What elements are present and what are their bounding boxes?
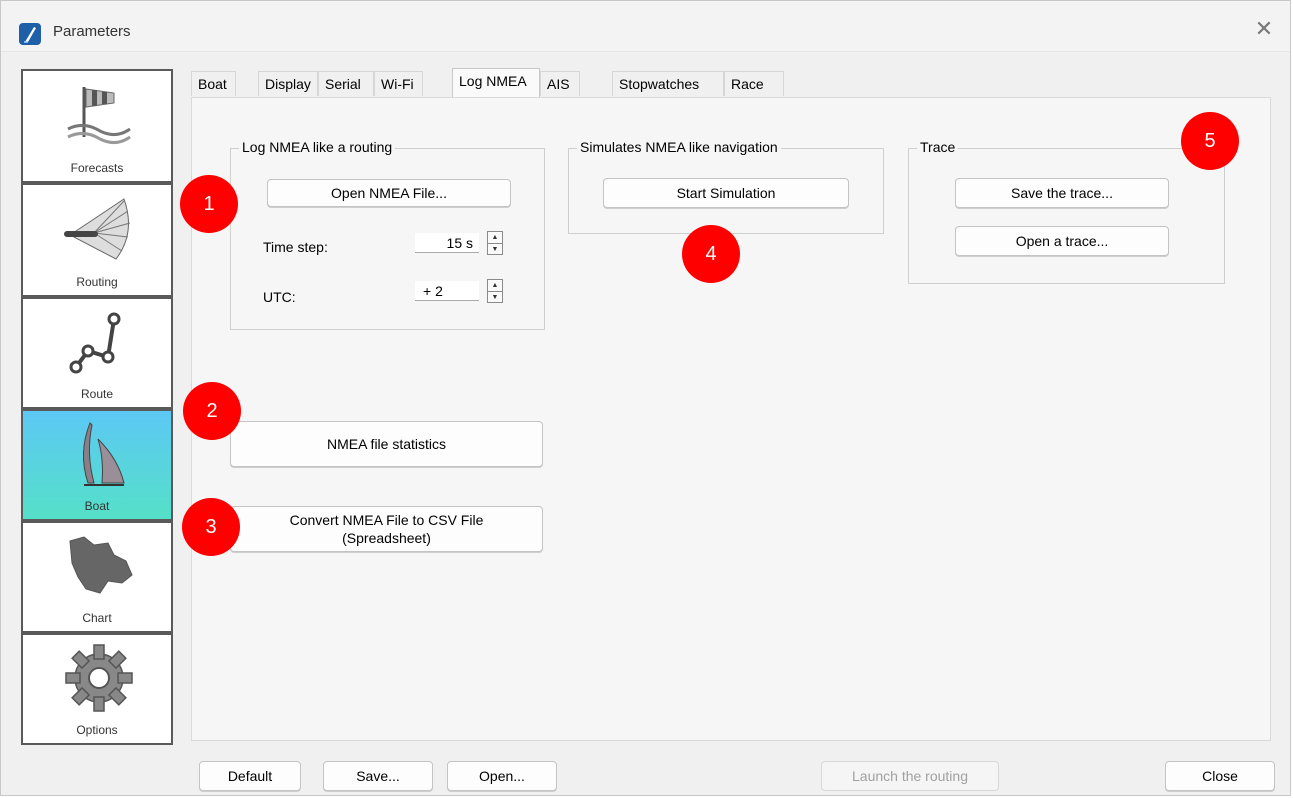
annotation-badge-4: 4	[682, 225, 740, 283]
sidebar-item-chart[interactable]: Chart	[21, 521, 173, 633]
increment-icon[interactable]: ▲	[488, 280, 502, 292]
decrement-icon[interactable]: ▼	[488, 292, 502, 303]
simulation-group-title: Simulates NMEA like navigation	[577, 139, 781, 155]
increment-icon[interactable]: ▲	[488, 232, 502, 244]
convert-nmea-csv-button[interactable]: Convert NMEA File to CSV File (Spreadshe…	[230, 506, 543, 552]
time-step-arrows[interactable]: ▲ ▼	[487, 231, 503, 255]
utc-stepper[interactable]: + 2 ▲ ▼	[415, 279, 505, 303]
log-nmea-panel: Log NMEA like a routing Open NMEA File..…	[191, 97, 1271, 741]
sidebar-item-options[interactable]: Options	[21, 633, 173, 745]
sidebar-item-label: Routing	[76, 275, 118, 289]
open-nmea-file-button[interactable]: Open NMEA File...	[267, 179, 511, 207]
windsock-icon	[67, 87, 131, 144]
tab-ais[interactable]: AIS	[540, 71, 580, 96]
open-trace-button[interactable]: Open a trace...	[955, 226, 1169, 256]
save-trace-button[interactable]: Save the trace...	[955, 178, 1169, 208]
sidebar-item-label: Forecasts	[70, 161, 124, 175]
title-bar: Parameters ✕	[1, 1, 1290, 52]
log-nmea-group: Log NMEA like a routing Open NMEA File..…	[230, 139, 545, 330]
sidebar-item-route[interactable]: Route	[21, 297, 173, 409]
annotation-badge-3: 3	[182, 498, 240, 556]
sidebar-item-label: Options	[76, 723, 118, 737]
sidebar: Forecasts Routing Route Boat Chart Optio…	[21, 69, 173, 747]
tab-log-nmea[interactable]: Log NMEA	[452, 68, 540, 97]
start-simulation-button[interactable]: Start Simulation	[603, 178, 849, 208]
save-button[interactable]: Save...	[323, 761, 433, 791]
launch-routing-button[interactable]: Launch the routing	[821, 761, 999, 791]
close-button[interactable]: Close	[1165, 761, 1275, 791]
sidebar-item-label: Route	[80, 387, 114, 401]
tab-boat[interactable]: Boat	[191, 71, 236, 96]
tab-serial[interactable]: Serial	[318, 71, 374, 96]
gear-icon	[65, 644, 133, 712]
sidebar-item-label: Chart	[82, 611, 112, 625]
convert-button-line1: Convert NMEA File to CSV File	[289, 512, 484, 528]
close-window-icon[interactable]: ✕	[1250, 15, 1278, 43]
parameters-window: Parameters ✕ Forecasts Routing Route Boa…	[0, 0, 1291, 796]
tab-display[interactable]: Display	[258, 71, 318, 96]
annotation-badge-5: 5	[1181, 112, 1239, 170]
window-title: Parameters	[53, 23, 131, 40]
sidebar-item-boat[interactable]: Boat	[21, 409, 173, 521]
utc-arrows[interactable]: ▲ ▼	[487, 279, 503, 303]
default-button[interactable]: Default	[199, 761, 301, 791]
simulation-group: Simulates NMEA like navigation Start Sim…	[568, 139, 884, 234]
tab-wifi[interactable]: Wi-Fi	[374, 71, 423, 96]
time-step-label: Time step:	[263, 239, 328, 255]
sailboat-icon	[83, 422, 125, 486]
sidebar-item-label: Boat	[84, 499, 110, 513]
sidebar-item-routing[interactable]: Routing	[21, 183, 173, 297]
route-nodes-icon	[69, 312, 121, 374]
app-icon	[19, 23, 41, 45]
map-region-icon	[69, 536, 133, 594]
annotation-badge-1: 1	[180, 175, 238, 233]
tab-stopwatches[interactable]: Stopwatches	[612, 71, 724, 96]
convert-button-line2: (Spreadsheet)	[342, 530, 431, 546]
tab-race[interactable]: Race	[724, 71, 784, 96]
utc-value[interactable]: + 2	[415, 281, 479, 301]
decrement-icon[interactable]: ▼	[488, 244, 502, 255]
time-step-value[interactable]: 15 s	[415, 233, 479, 253]
time-step-stepper[interactable]: 15 s ▲ ▼	[415, 231, 505, 255]
annotation-badge-2: 2	[183, 382, 241, 440]
trace-group-title: Trace	[917, 139, 959, 155]
open-button[interactable]: Open...	[447, 761, 557, 791]
trace-group: Trace Save the trace... Open a trace...	[908, 139, 1225, 284]
routing-fan-icon	[64, 198, 131, 260]
log-nmea-group-title: Log NMEA like a routing	[239, 139, 396, 155]
sidebar-item-forecasts[interactable]: Forecasts	[21, 69, 173, 183]
utc-label: UTC:	[263, 289, 296, 305]
nmea-statistics-button[interactable]: NMEA file statistics	[230, 421, 543, 467]
